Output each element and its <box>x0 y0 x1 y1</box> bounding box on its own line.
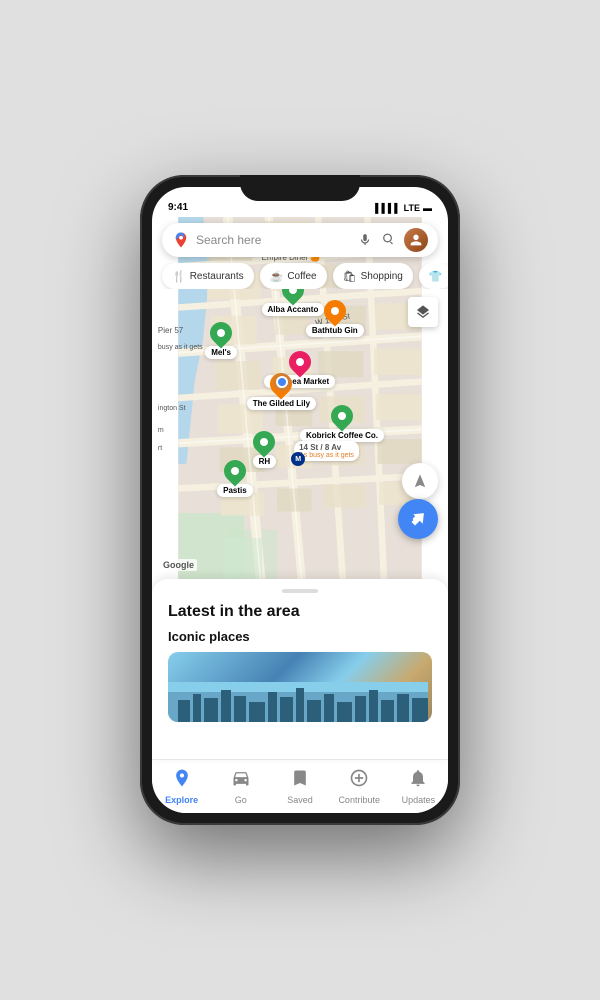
go-icon <box>231 768 251 793</box>
battery-icon: ▬ <box>423 203 432 213</box>
lens-icon[interactable] <box>380 231 398 249</box>
network-label: LTE <box>404 203 420 213</box>
layers-button[interactable] <box>408 297 438 327</box>
sub-title: Iconic places <box>168 629 432 644</box>
status-icons: ▌▌▌▌ LTE ▬ <box>375 203 432 213</box>
search-bar[interactable]: Search here <box>162 223 438 257</box>
chip-restaurants-label: Restaurants <box>190 271 244 282</box>
notch <box>240 175 360 201</box>
phone-frame: 9:41 ▌▌▌▌ LTE ▬ <box>140 175 460 825</box>
filter-chips: 🍴 Restaurants ☕ Coffee 🛍 Shopping 👕 <box>152 263 448 289</box>
chip-more[interactable]: 👕 <box>419 263 448 289</box>
bottom-sheet: Latest in the area Iconic places <box>152 579 448 759</box>
saved-label: Saved <box>287 795 313 805</box>
nav-go[interactable]: Go <box>211 762 270 811</box>
user-avatar[interactable] <box>404 228 428 252</box>
saved-icon <box>290 768 310 793</box>
nav-explore[interactable]: Explore <box>152 762 211 811</box>
go-label: Go <box>235 795 247 805</box>
pin-bathtub-gin[interactable]: Bathtub Gin <box>306 300 364 337</box>
map-area[interactable]: Search here 🍴 Restaurants ☕ <box>152 217 448 579</box>
skyline-svg <box>168 682 428 722</box>
pin-pastis[interactable]: Pastis <box>217 460 253 497</box>
explore-label: Explore <box>165 795 198 805</box>
updates-icon <box>408 768 428 793</box>
pin-mels[interactable]: Mel's <box>205 322 237 359</box>
signal-icon: ▌▌▌▌ <box>375 203 401 213</box>
direction-button[interactable] <box>398 499 438 539</box>
nav-contribute[interactable]: Contribute <box>330 762 389 811</box>
contribute-label: Contribute <box>338 795 380 805</box>
coffee-icon: ☕ <box>270 270 284 283</box>
shirt-icon: 👕 <box>429 270 443 283</box>
mic-icon[interactable] <box>356 231 374 249</box>
chip-coffee[interactable]: ☕ Coffee <box>260 263 327 289</box>
pin-kobrick[interactable]: Kobrick Coffee Co. <box>300 405 384 442</box>
updates-label: Updates <box>402 795 436 805</box>
nav-updates[interactable]: Updates <box>389 762 448 811</box>
google-map-logo: Google <box>160 559 197 571</box>
chip-coffee-label: Coffee <box>287 271 316 282</box>
chip-shopping[interactable]: 🛍 Shopping <box>333 263 413 289</box>
search-placeholder: Search here <box>196 233 350 247</box>
phone-screen: 9:41 ▌▌▌▌ LTE ▬ <box>152 187 448 813</box>
pier-busy-label: busy as it gets <box>158 344 203 351</box>
ington-st-label: ington St <box>158 405 186 412</box>
place-image[interactable] <box>168 652 432 722</box>
explore-icon <box>172 768 192 793</box>
sheet-handle <box>282 589 318 593</box>
shopping-icon: 🛍 <box>343 270 357 283</box>
rt-label: rt <box>158 445 162 452</box>
section-title: Latest in the area <box>168 603 432 621</box>
m-label: m <box>158 427 164 434</box>
chip-shopping-label: Shopping <box>361 271 403 282</box>
pier-57-label: Pier 57 <box>158 326 183 335</box>
navigation-button[interactable] <box>402 463 438 499</box>
chip-restaurants[interactable]: 🍴 Restaurants <box>162 263 254 289</box>
bottom-nav: Explore Go Saved Contribute <box>152 759 448 813</box>
nav-saved[interactable]: Saved <box>270 762 329 811</box>
pin-rh[interactable]: RH <box>253 431 277 468</box>
restaurants-icon: 🍴 <box>172 270 186 283</box>
status-time: 9:41 <box>168 202 188 213</box>
google-maps-logo <box>172 231 190 249</box>
contribute-icon <box>349 768 369 793</box>
